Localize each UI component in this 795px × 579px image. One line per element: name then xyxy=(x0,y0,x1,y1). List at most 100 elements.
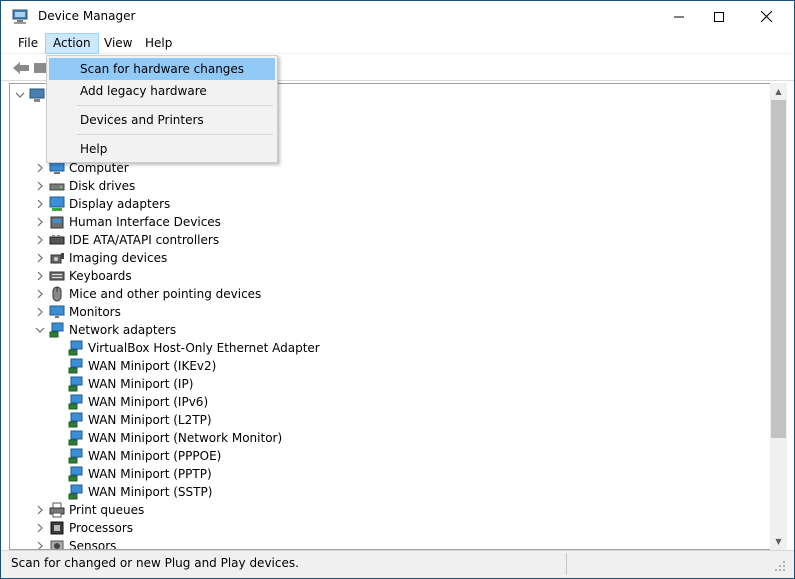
display-adapter-icon xyxy=(49,196,65,212)
tree-child-row[interactable]: WAN Miniport (Network Monitor) xyxy=(68,429,282,447)
tree-item-label: IDE ATA/ATAPI controllers xyxy=(69,233,220,247)
menu-item-help[interactable]: Help xyxy=(49,138,275,160)
tree-child-row[interactable]: WAN Miniport (L2TP) xyxy=(68,411,212,429)
tree-category-row[interactable]: Network adapters xyxy=(34,321,176,339)
tree-item-label: WAN Miniport (IP) xyxy=(88,377,194,391)
maximize-icon xyxy=(714,11,724,22)
tree-item-label: WAN Miniport (PPPOE) xyxy=(88,449,222,463)
tree-item-label: Computer xyxy=(69,161,129,175)
menu-item-scan-hardware[interactable]: Scan for hardware changes xyxy=(49,58,275,80)
chevron-right-icon[interactable] xyxy=(34,522,46,534)
scroll-up-arrow-icon[interactable]: ▲ xyxy=(770,83,787,100)
tree-category-row[interactable]: Monitors xyxy=(34,303,121,321)
tree-item-label: Monitors xyxy=(69,305,121,319)
network-adapter-icon xyxy=(68,466,84,482)
back-arrow-icon[interactable] xyxy=(12,60,30,76)
tree-item-label: Print queues xyxy=(69,503,145,517)
tree-category-row[interactable]: Imaging devices xyxy=(34,249,167,267)
device-manager-app-icon xyxy=(11,8,29,25)
mouse-icon xyxy=(49,286,65,302)
tree-item-label: WAN Miniport (Network Monitor) xyxy=(88,431,283,445)
tree-item-label: Imaging devices xyxy=(69,251,168,265)
tree-child-row[interactable]: WAN Miniport (IPv6) xyxy=(68,393,208,411)
status-separator xyxy=(566,553,567,575)
tree-item-label: Processors xyxy=(69,521,134,535)
scrollbar-thumb[interactable] xyxy=(771,100,786,438)
menu-view[interactable]: View xyxy=(97,33,139,54)
window-title: Device Manager xyxy=(38,9,136,23)
tree-item-label: Network adapters xyxy=(69,323,177,337)
network-adapter-icon xyxy=(68,430,84,446)
scroll-down-arrow-icon[interactable]: ▼ xyxy=(770,533,787,550)
network-adapter-icon xyxy=(68,340,84,356)
monitor-icon xyxy=(49,304,65,320)
tree-category-row[interactable]: Keyboards xyxy=(34,267,132,285)
status-bar: Scan for changed or new Plug and Play de… xyxy=(1,550,794,578)
chevron-right-icon[interactable] xyxy=(34,270,46,282)
status-text: Scan for changed or new Plug and Play de… xyxy=(11,556,299,570)
tree-category-row[interactable]: Disk drives xyxy=(34,177,135,195)
tree-item-label: VirtualBox Host-Only Ethernet Adapter xyxy=(88,341,320,355)
tree-item-label: Human Interface Devices xyxy=(69,215,221,229)
action-menu-dropdown: Scan for hardware changes Add legacy har… xyxy=(46,55,278,163)
tree-category-row[interactable]: Sensors xyxy=(34,537,116,549)
tree-child-row[interactable]: WAN Miniport (PPTP) xyxy=(68,465,212,483)
tree-child-row[interactable]: VirtualBox Host-Only Ethernet Adapter xyxy=(68,339,320,357)
tree-child-row[interactable]: WAN Miniport (SSTP) xyxy=(68,483,212,501)
computer-icon xyxy=(29,87,45,103)
tree-item-label: Keyboards xyxy=(69,269,132,283)
network-adapter-icon xyxy=(49,322,65,338)
chevron-right-icon[interactable] xyxy=(34,162,46,174)
tree-category-row[interactable]: Mice and other pointing devices xyxy=(34,285,261,303)
tree-item-label: WAN Miniport (PPTP) xyxy=(88,467,212,481)
chevron-right-icon[interactable] xyxy=(34,540,46,549)
menu-help[interactable]: Help xyxy=(138,33,179,54)
menu-action[interactable]: Action xyxy=(45,33,99,54)
chevron-right-icon[interactable] xyxy=(34,252,46,264)
close-button[interactable] xyxy=(743,1,789,32)
sensor-icon xyxy=(49,538,65,549)
title-bar[interactable]: Device Manager xyxy=(1,1,794,32)
chevron-right-icon[interactable] xyxy=(34,216,46,228)
tree-category-row[interactable]: Human Interface Devices xyxy=(34,213,221,231)
tree-item-label: Display adapters xyxy=(69,197,171,211)
menu-item-devices-and-printers[interactable]: Devices and Printers xyxy=(49,109,275,131)
chevron-right-icon[interactable] xyxy=(34,180,46,192)
tree-item-label: WAN Miniport (IPv6) xyxy=(88,395,209,409)
chevron-down-icon[interactable] xyxy=(34,324,46,336)
tree-child-row[interactable]: WAN Miniport (PPPOE) xyxy=(68,447,221,465)
tree-category-row[interactable]: Processors xyxy=(34,519,133,537)
tree-child-row[interactable]: WAN Miniport (IKEv2) xyxy=(68,357,216,375)
printer-icon xyxy=(49,502,65,518)
chevron-right-icon[interactable] xyxy=(34,504,46,516)
tree-item-label: WAN Miniport (L2TP) xyxy=(88,413,212,427)
tree-category-row[interactable]: Print queues xyxy=(34,501,144,519)
tree-child-row[interactable]: WAN Miniport (IP) xyxy=(68,375,193,393)
vertical-scrollbar[interactable]: ▲ ▼ xyxy=(770,83,787,550)
chevron-right-icon[interactable] xyxy=(34,288,46,300)
menu-bar: File Action View Help xyxy=(1,32,794,54)
maximize-button[interactable] xyxy=(696,1,742,32)
chevron-right-icon[interactable] xyxy=(34,198,46,210)
network-adapter-icon xyxy=(68,394,84,410)
chevron-right-icon[interactable] xyxy=(34,306,46,318)
camera-icon xyxy=(49,250,65,266)
hid-icon xyxy=(49,214,65,230)
menu-file[interactable]: File xyxy=(11,33,45,54)
resize-grip-icon[interactable] xyxy=(773,559,787,573)
chevron-down-icon[interactable] xyxy=(14,89,26,101)
minimize-icon xyxy=(674,16,684,17)
disk-drive-icon xyxy=(49,178,65,194)
network-adapter-icon xyxy=(68,484,84,500)
ide-controller-icon xyxy=(49,232,65,248)
chevron-right-icon[interactable] xyxy=(34,234,46,246)
menu-item-add-legacy-hardware[interactable]: Add legacy hardware xyxy=(49,80,275,102)
tree-item-label: WAN Miniport (SSTP) xyxy=(88,485,213,499)
tree-category-row[interactable]: Display adapters xyxy=(34,195,170,213)
tree-category-row[interactable]: IDE ATA/ATAPI controllers xyxy=(34,231,219,249)
tree-item-label: WAN Miniport (IKEv2) xyxy=(88,359,217,373)
network-adapter-icon xyxy=(68,358,84,374)
menu-separator xyxy=(77,134,273,135)
keyboard-icon xyxy=(49,268,65,284)
tree-root-row[interactable] xyxy=(14,86,49,104)
